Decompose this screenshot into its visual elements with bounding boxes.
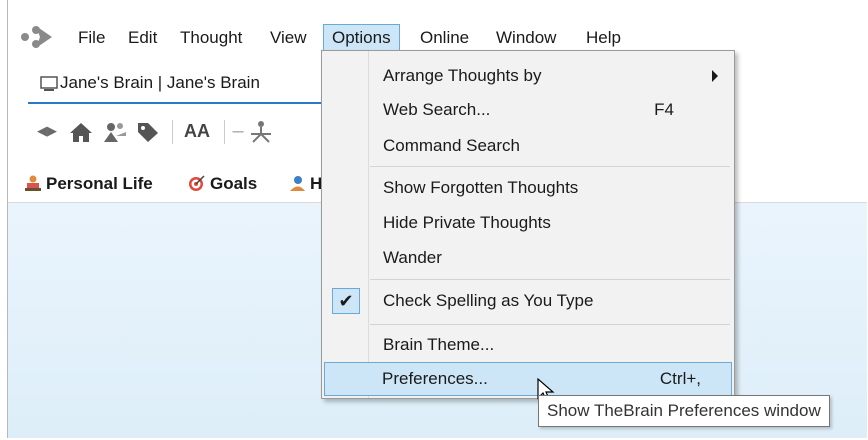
menu-thought[interactable]: Thought [172, 24, 250, 52]
menu-item-label: Show Forgotten Thoughts [383, 178, 579, 197]
checkmark-icon: ✔ [332, 288, 360, 314]
menu-item-label: Wander [383, 248, 442, 267]
outline-icon[interactable] [102, 120, 128, 144]
menu-separator [370, 166, 730, 167]
menu-edit[interactable]: Edit [120, 24, 165, 52]
menu-item-hide-private-thoughts[interactable]: Hide Private Thoughts [324, 206, 732, 240]
font-size-icon[interactable]: AA [180, 116, 214, 146]
tag-icon[interactable] [136, 121, 160, 143]
pin-goals[interactable]: Goals [188, 172, 257, 196]
menu-file[interactable]: File [70, 24, 113, 52]
menu-item-label: Command Search [383, 136, 521, 155]
menu-view[interactable]: View [262, 24, 315, 52]
menu-options[interactable]: Options [323, 24, 400, 52]
menu-separator [370, 279, 730, 280]
menu-item-label: Hide Private Thoughts [383, 213, 551, 232]
menu-help[interactable]: Help [578, 24, 629, 52]
toolbar-separator [172, 120, 173, 144]
menu-item-label: Arrange Thoughts by [383, 66, 542, 85]
thebrain-logo-icon [21, 26, 52, 48]
brain-tab[interactable]: Jane's Brain | Jane's Brain [28, 64, 328, 104]
pin-label: Goals [210, 174, 258, 193]
menu-item-label: Brain Theme... [383, 335, 495, 354]
menu-item-wander[interactable]: Wander [324, 241, 732, 275]
toolbar: ◀▶ AA – [28, 112, 348, 152]
menu-item-preferences[interactable]: Preferences... Ctrl+, [324, 362, 732, 396]
person-desk-icon [25, 175, 41, 191]
tooltip: Show TheBrain Preferences window [538, 395, 830, 427]
menu-window[interactable]: Window [488, 24, 564, 52]
options-menu: Arrange Thoughts by Web Search... F4 Com… [321, 50, 735, 399]
home-icon[interactable] [68, 121, 94, 143]
menu-item-label: Preferences... [382, 369, 488, 388]
menu-item-shortcut: Ctrl+, [659, 369, 701, 388]
back-forward-icon[interactable]: ◀▶ [30, 116, 64, 146]
menu-item-command-search[interactable]: Command Search [324, 129, 732, 163]
layout-icon[interactable] [248, 120, 274, 144]
menu-separator [370, 324, 730, 325]
menu-item-arrange-thoughts-by[interactable]: Arrange Thoughts by [324, 59, 732, 93]
menu-item-label: Web Search... [383, 100, 491, 119]
computer-icon [40, 76, 58, 91]
pin-h[interactable]: H [288, 172, 322, 196]
menu-online[interactable]: Online [412, 24, 477, 52]
pin-label: Personal Life [46, 174, 153, 193]
menu-item-show-forgotten-thoughts[interactable]: Show Forgotten Thoughts [324, 171, 732, 205]
dash-icon: – [232, 120, 244, 142]
toolbar-separator [224, 120, 225, 144]
menu-item-shortcut: F4 [654, 100, 674, 119]
tab-label: Jane's Brain | Jane's Brain [60, 73, 260, 92]
pin-personal-life[interactable]: Personal Life [24, 172, 153, 196]
person-icon [290, 176, 305, 191]
menu-item-check-spelling[interactable]: ✔ Check Spelling as You Type [324, 284, 732, 318]
submenu-arrow-icon [712, 70, 718, 82]
menu-item-brain-theme[interactable]: Brain Theme... [324, 328, 732, 362]
target-icon [189, 175, 205, 191]
menu-item-web-search[interactable]: Web Search... F4 [324, 93, 732, 127]
menu-item-label: Check Spelling as You Type [383, 291, 594, 310]
